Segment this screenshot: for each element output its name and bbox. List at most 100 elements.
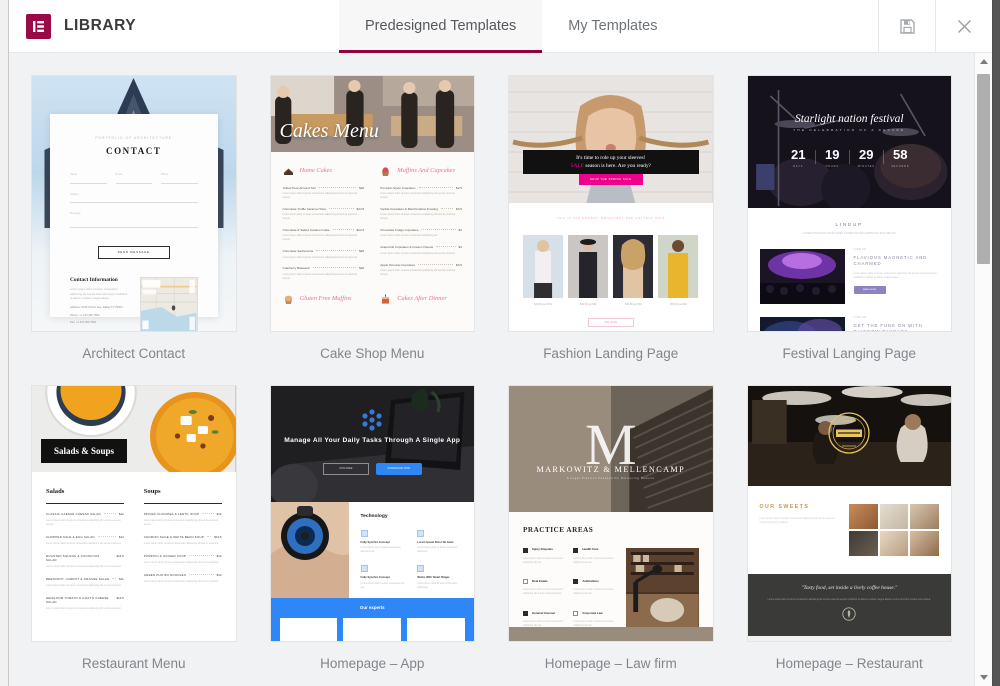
restaurant-menu-item: GREEN PHO BO NOODLES$13Lorem ipsum dolor… [144, 574, 222, 584]
template-thumbnail[interactable]: Starlight nation festival THE CELEBRATIO… [747, 75, 953, 332]
architect-kicker: PORTFOLIO OF ARCHITECTURE [70, 136, 198, 140]
library-tabs: Predesigned Templates My Templates [339, 0, 878, 52]
restaurant-item-name: CHOPPED KALE & EGG SALAD [46, 536, 95, 540]
template-thumbnail[interactable]: It's time to role up your sleeves! SALE … [508, 75, 714, 332]
scrollbar-track[interactable] [975, 70, 993, 669]
cake-category-name: Cakes After Dinner [397, 295, 447, 304]
template-thumbnail[interactable]: M MARKOWITZ & MELLENCAMP A Legal Practic… [508, 385, 714, 642]
cake-item-desc: Lorem ipsum dolor sit amet consectetur a… [283, 192, 365, 200]
architect-info-text: Lorem ipsum dolor sit amet, consectetur … [70, 288, 128, 302]
expert-card [407, 618, 465, 641]
template-card[interactable]: Manage All Your Daily Tasks Through A Si… [270, 385, 476, 671]
restaurant-footer-logo-icon [842, 607, 856, 621]
restaurant-item-price: $14 [119, 536, 124, 540]
template-card[interactable]: M MARKOWITZ & MELLENCAMP A Legal Practic… [508, 385, 714, 671]
countdown-value: 21 [781, 146, 815, 164]
template-thumbnail[interactable]: Manage All Your Daily Tasks Through A Si… [270, 385, 476, 642]
fashion-product-caption: $49.50 get $30 [568, 303, 608, 306]
save-button[interactable] [878, 0, 935, 52]
restaurant-column-title: Soups [144, 488, 222, 504]
modal-body: PORTFOLIO OF ARCHITECTURE CONTACT Name E… [9, 53, 992, 686]
cake-item-desc: Lorem ipsum dolor sit amet consectetur a… [283, 273, 365, 281]
templates-scroll-area[interactable]: PORTFOLIO OF ARCHITECTURE CONTACT Name E… [9, 53, 974, 686]
template-thumbnail[interactable]: Cakes Menu [270, 75, 476, 332]
cake-item-name: Chocolate Fudge Cupcakes [380, 228, 418, 232]
app-feature: Fully Synchro ConceptLorem ipsum dolor s… [361, 530, 406, 555]
restaurant-menu-item: ROASTED SQUASH & COUSCOUS SALAD$14.5Lore… [46, 555, 124, 569]
scroll-up-icon[interactable] [975, 53, 993, 70]
architect-submit-button: SEND MESSAGE [98, 246, 170, 259]
app-feature-title: Works With Smart Ringer [417, 576, 462, 580]
tab-my-templates[interactable]: My Templates [542, 0, 683, 52]
cake-menu-item: Cranberry Bakewell$20Lorem ipsum dolor s… [283, 266, 365, 280]
law-practice-areas-section: PRACTICE AREAS Injury DisputesLorem ipsu… [509, 512, 713, 627]
festival-act-button: READ MORE [854, 286, 886, 294]
cake-menu-item: Grapefruit Cupcakes & Cream Cheese$4Lore… [380, 245, 462, 255]
restaurant-item-desc: Lorem ipsum dolor sit amet consectetur a… [144, 519, 222, 527]
template-thumbnail[interactable]: PORTFOLIO OF ARCHITECTURE CONTACT Name E… [31, 75, 237, 332]
modal-header: LIBRARY Predesigned Templates My Templat… [9, 0, 992, 53]
template-label: Architect Contact [31, 346, 237, 361]
restaurant-menu-column: Soups SPICED CHICKPEA & LENTIL SOUP$12Lo… [144, 488, 222, 611]
cake-category-name: Gluten Free Muffins [300, 295, 352, 304]
app-hero-image: Manage All Your Daily Tasks Through A Si… [271, 386, 475, 502]
app-join-button: JOIN FREE [323, 463, 369, 475]
app-feature-title: Fully Synchro Concept [361, 576, 406, 580]
template-preview: Starlight nation festival THE CELEBRATIO… [748, 76, 952, 331]
template-card[interactable]: OUR SWEETS Lorem ipsum dolor sit amet, c… [747, 385, 953, 671]
restaurant-item-name: HEIRLOOM TOMATO & GOAT'S CHEESE SALAD [46, 597, 111, 605]
restaurant-item-desc: Lorem ipsum dolor sit amet consectetur a… [46, 607, 124, 611]
restaurant-menu-item: CLASSIC CAESAR CAESAR SALAD$12Lorem ipsu… [46, 513, 124, 527]
cake-slice-icon [283, 166, 294, 177]
template-card[interactable]: It's time to role up your sleeves! SALE … [508, 75, 714, 361]
template-thumbnail[interactable]: OUR SWEETS Lorem ipsum dolor sit amet, c… [747, 385, 953, 642]
cupcake-icon [380, 166, 391, 177]
template-label: Homepage – App [270, 656, 476, 671]
architect-heading: CONTACT [70, 145, 198, 157]
law-area-name: Arbitrations [582, 580, 598, 584]
restaurant-sweets-section: OUR SWEETS Lorem ipsum dolor sit amet, c… [748, 486, 952, 574]
vertical-scrollbar[interactable] [974, 53, 992, 686]
scroll-down-icon[interactable] [975, 669, 993, 686]
restaurant-quote-sub: Lorem ipsum dolor sit amet consectetur a… [764, 598, 936, 602]
fashion-product: $49.50 get $30 [568, 235, 608, 306]
cake-item-price: $20 [359, 266, 364, 270]
template-thumbnail[interactable]: Salads & Soups Salads CLASSIC CAESAR CAE… [31, 385, 237, 642]
muffin-icon [283, 294, 294, 305]
restaurant-item-desc: Lorem ipsum dolor sit amet consectetur a… [46, 542, 124, 546]
law-area-name: General Counsel [532, 612, 555, 616]
cake-category: Muffins And Cupcakes Pumpkin Spice Cupca… [380, 166, 462, 288]
template-label: Cake Shop Menu [270, 346, 476, 361]
cake-menu-item: Vanilla Cupcakes & Marshmallow Frosting$… [380, 207, 462, 221]
cake-item-name: Chocolate & Salted Caramel Cake [283, 228, 330, 232]
app-feature-title: Lorem Ipsum Dolor Sit Amet [417, 541, 462, 545]
countdown-unit: 19HOURS [815, 146, 849, 168]
scrollbar-thumb[interactable] [977, 74, 990, 264]
bullet-icon [573, 579, 578, 584]
template-card[interactable]: Starlight nation festival THE CELEBRATIO… [747, 75, 953, 361]
tab-predesigned-templates[interactable]: Predesigned Templates [339, 0, 542, 52]
template-label: Restaurant Menu [31, 656, 237, 671]
law-footer-strip [509, 627, 713, 641]
law-firm-tagline: A Legal Practice Focused On Delivering R… [509, 477, 713, 480]
restaurant-home-hero-image [748, 386, 952, 486]
countdown-label: DAYS [781, 165, 815, 168]
cake-item-desc: Lorem ipsum dolor sit amet consectetur a… [283, 213, 365, 221]
restaurant-menu-item: CHOPPED KALE & EGG SALAD $14 Lorem ipsum d… [46, 536, 124, 546]
feature-icon [417, 530, 424, 537]
template-card[interactable]: Salads & Soups Salads CLASSIC CAESAR CAE… [31, 385, 237, 671]
app-feature: Lorem Ipsum Dolor Sit AmetLorem ipsum do… [417, 530, 462, 555]
cake-menu-item: Pumpkin Spice Cupcakes$2.5Lorem ipsum do… [380, 186, 462, 200]
restaurant-item-name: BEETROOT, CARROT & ORANGE SALAD [46, 578, 109, 582]
sweets-text: Lorem ipsum dolor sit amet, consectetur … [760, 517, 838, 526]
app-feature: Fully Synchro ConceptLorem ipsum dolor s… [361, 565, 406, 590]
restaurant-item-price: $12 [217, 513, 222, 517]
tab-label: My Templates [568, 18, 657, 34]
fashion-see-more-button: SEE MORE [588, 318, 634, 327]
close-button[interactable] [935, 0, 992, 52]
template-card[interactable]: Cakes Menu [270, 75, 476, 361]
cake-item-desc: Lorem ipsum dolor sit amet consectetur a… [380, 252, 462, 256]
template-card[interactable]: PORTFOLIO OF ARCHITECTURE CONTACT Name E… [31, 75, 237, 361]
app-hex-logo-icon [358, 406, 386, 434]
template-preview: It's time to role up your sleeves! SALE … [509, 76, 713, 331]
